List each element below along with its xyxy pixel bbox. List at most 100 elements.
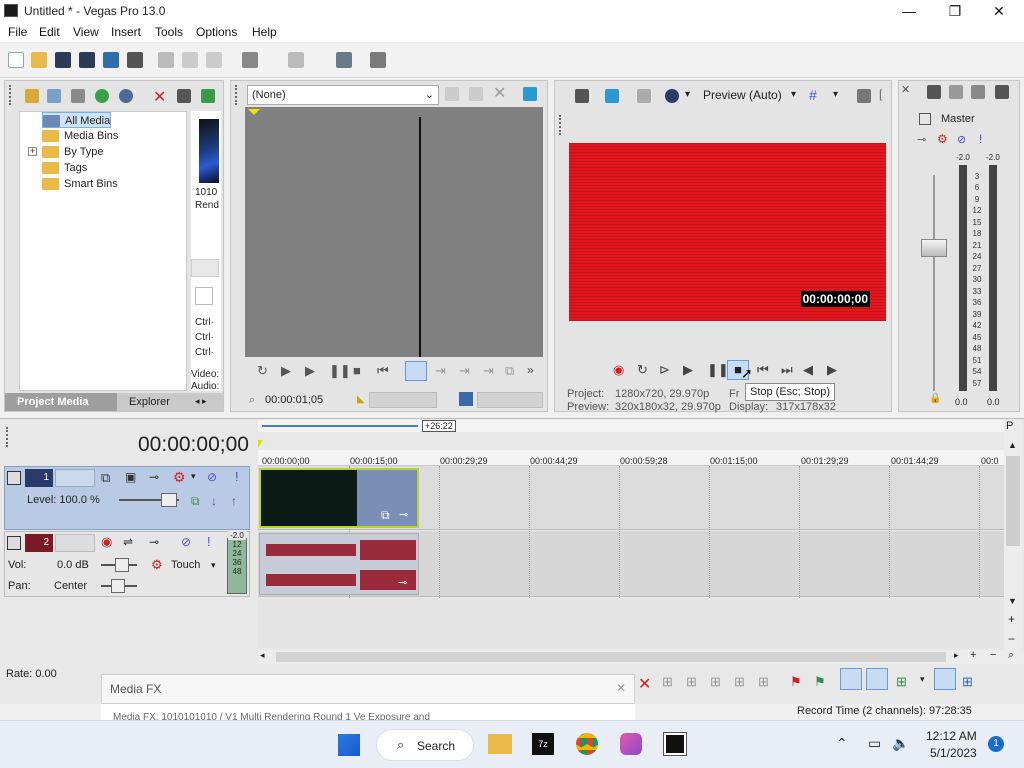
out-marker-icon[interactable] — [459, 392, 473, 406]
normal-edit-tool-button[interactable] — [840, 668, 862, 690]
scroll-right-arrow[interactable]: ▸ — [954, 650, 959, 661]
capture-video-icon[interactable] — [47, 89, 61, 103]
previous-frame-icon[interactable]: ◀ — [803, 362, 813, 378]
mute-icon[interactable]: ⊘ — [957, 133, 966, 146]
scroll-left-arrow[interactable]: ◂ — [260, 650, 265, 661]
preview-quality-dropdown[interactable]: Preview (Auto) — [703, 88, 782, 102]
video-preview-display[interactable]: 00:00:00;00 — [569, 143, 886, 321]
overlays-grid-icon[interactable]: # — [809, 87, 817, 103]
cleanup-icon[interactable] — [336, 52, 352, 68]
track-collapse-icon[interactable] — [7, 471, 21, 485]
trimmer-select-mode-button[interactable] — [405, 361, 427, 381]
marker-flag-icon[interactable] — [258, 440, 268, 448]
chevron-down-icon[interactable]: ▾ — [833, 89, 838, 100]
remove-media-icon[interactable]: ✕ — [153, 87, 166, 107]
copy-icon[interactable] — [182, 52, 198, 68]
new-project-icon[interactable] — [8, 52, 24, 68]
trim-end-icon[interactable]: ⊞ — [710, 674, 721, 690]
scroll-down-arrow[interactable]: ▼ — [1008, 596, 1017, 606]
trimmer-media-dropdown[interactable]: (None) ⌄ — [247, 85, 439, 105]
insert-marker-icon[interactable]: ⚑ — [790, 674, 802, 690]
tree-item-tags[interactable]: Tags — [42, 160, 87, 176]
tree-item-media-bins[interactable]: Media Bins — [42, 128, 118, 144]
volume-slider-handle[interactable] — [115, 558, 129, 572]
track-mute-icon[interactable]: ⊘ — [207, 470, 217, 484]
clear-icon[interactable]: ✕ — [493, 83, 506, 103]
track-fx-chain-icon[interactable]: ⊸ — [149, 535, 159, 549]
taskbar-search[interactable]: ⌕ Search — [376, 729, 474, 761]
chevron-down-icon[interactable]: ▾ — [685, 89, 690, 100]
7zip-icon[interactable]: 7z — [532, 733, 554, 755]
maximize-button[interactable]: ❐ — [932, 0, 978, 22]
network-icon[interactable]: ▭ — [868, 735, 881, 752]
trimmer-play-from-start-icon[interactable]: ▶ — [281, 363, 291, 379]
chevron-down-icon[interactable]: ▾ — [211, 560, 216, 571]
audio-track-name-field[interactable] — [55, 534, 95, 552]
lock-meters-icon[interactable] — [995, 85, 1009, 99]
in-point-marker[interactable] — [248, 109, 260, 115]
trimmer-pause-icon[interactable]: ❚❚ — [329, 363, 351, 379]
master-close-icon[interactable]: ✕ — [901, 83, 910, 96]
empty-track-area[interactable] — [258, 598, 1004, 648]
clock-date[interactable]: 5/1/2023 — [930, 746, 977, 760]
ds-app-icon[interactable] — [620, 733, 642, 755]
master-fader-handle[interactable] — [921, 239, 947, 257]
render-as-icon[interactable] — [103, 52, 119, 68]
master-fx-gear-icon[interactable]: ⚙ — [937, 132, 948, 146]
close-button[interactable]: ✕ — [976, 0, 1022, 22]
trimmer-display[interactable] — [245, 107, 543, 357]
make-parent-track-icon[interactable]: ↑ — [231, 494, 237, 508]
track-fx-chain-icon[interactable]: ⊸ — [149, 470, 159, 484]
trimmer-more-icon[interactable]: » — [527, 363, 534, 377]
copy-snapshot-icon[interactable] — [857, 89, 871, 103]
zoom-in-icon[interactable]: + — [1008, 612, 1015, 626]
level-slider-handle[interactable] — [161, 493, 177, 507]
loop-region-bar[interactable]: +26:22 — [258, 420, 1004, 432]
trimmer-tool-icon[interactable] — [469, 87, 483, 101]
media-fx-close-button[interactable]: ✕ — [616, 681, 626, 695]
panel-grip[interactable] — [559, 115, 563, 135]
search-media-icon[interactable] — [119, 89, 133, 103]
clock-time[interactable]: 12:12 AM — [926, 729, 977, 743]
delete-icon[interactable]: ✕ — [638, 674, 651, 694]
trimmer-insert-icon[interactable]: ⇥ — [435, 363, 446, 379]
horizontal-zoom-out-icon[interactable]: − — [990, 649, 996, 661]
insert-region-icon[interactable]: ⚑ — [814, 674, 826, 690]
make-child-track-icon[interactable]: ↓ — [211, 494, 217, 508]
trimmer-fit-icon[interactable]: ⇥ — [483, 363, 494, 379]
timeline-horizontal-scrollbar[interactable]: ◂ ▸ + − ⌕ — [258, 649, 1024, 664]
track-solo-icon[interactable]: ! — [235, 469, 239, 484]
external-monitor-icon[interactable] — [605, 89, 619, 103]
play-from-start-icon[interactable]: ⊳ — [659, 362, 670, 378]
import-media-icon[interactable] — [25, 89, 39, 103]
video-event[interactable]: ⧉ ⊸ — [259, 468, 419, 528]
split-screen-icon[interactable] — [665, 89, 679, 103]
trimmer-cursor[interactable] — [419, 117, 421, 357]
trimmer-overwrite-icon[interactable]: ⇥ — [459, 363, 470, 379]
track-mute-icon[interactable]: ⊘ — [181, 535, 191, 549]
track-collapse-icon[interactable] — [7, 536, 21, 550]
save-snapshot-icon[interactable]: [ — [879, 87, 882, 101]
loop-playback-icon[interactable]: ↻ — [637, 362, 648, 378]
paste-icon[interactable] — [206, 52, 222, 68]
event-fx-icon[interactable]: ⊸ — [398, 576, 407, 589]
trimmer-loop-icon[interactable]: ↻ — [257, 363, 268, 379]
tree-item-smart-bins[interactable]: Smart Bins — [42, 176, 118, 192]
notification-badge[interactable]: 1 — [988, 736, 1004, 752]
track-motion-icon[interactable]: ⧉ — [101, 470, 110, 486]
downmix-icon[interactable] — [949, 85, 963, 99]
refresh-icon[interactable] — [95, 89, 109, 103]
media-properties-icon[interactable] — [177, 89, 191, 103]
media-fx-dialog[interactable]: Media FX ✕ — [101, 674, 635, 704]
trimmer-pin-icon[interactable]: ⌕ — [249, 394, 255, 407]
zoom-out-icon[interactable]: − — [1008, 632, 1015, 646]
audio-event[interactable]: ⊸ — [259, 533, 419, 595]
scroll-thumb[interactable] — [1006, 456, 1020, 546]
get-media-icon[interactable] — [71, 89, 85, 103]
trimmer-monitor-icon[interactable] — [523, 87, 537, 101]
track-fx-gear-icon[interactable]: ⚙ — [173, 469, 186, 486]
insert-fx-icon[interactable]: ⊸ — [917, 133, 926, 146]
media-thumbnail[interactable] — [199, 119, 219, 183]
chevron-down-icon[interactable]: ▾ — [920, 674, 925, 685]
tree-item-all-media[interactable]: All Media — [42, 112, 112, 128]
